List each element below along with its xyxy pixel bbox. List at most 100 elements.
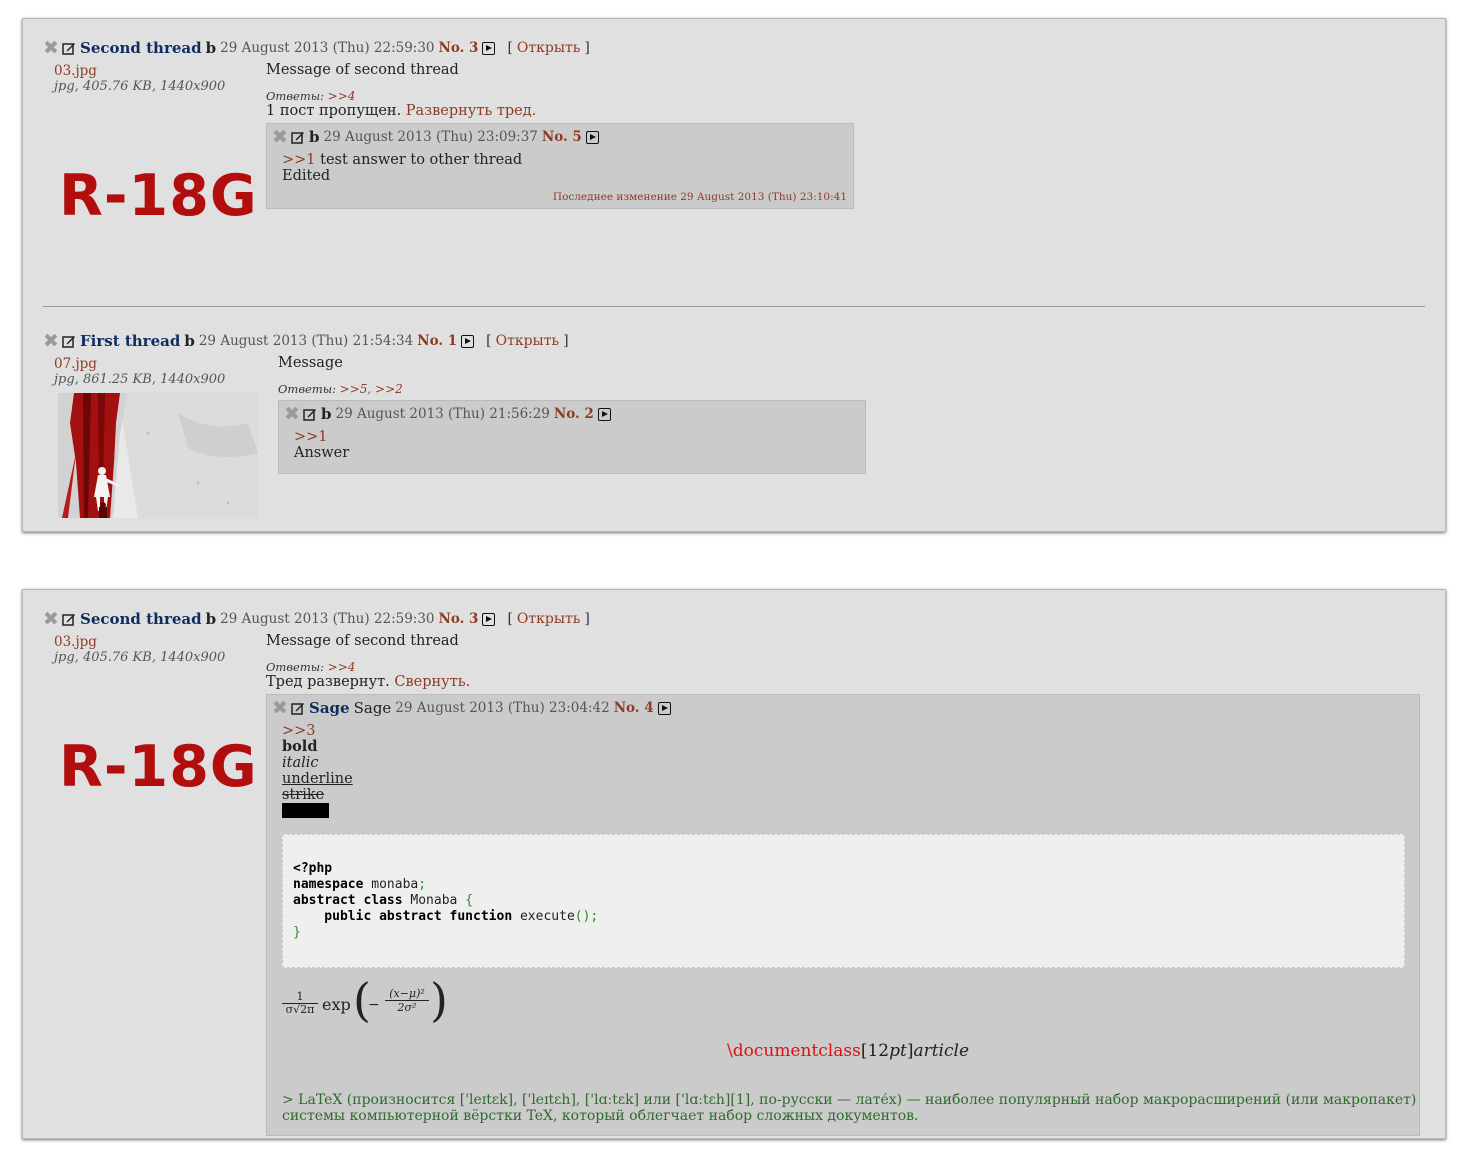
play-icon[interactable] (585, 130, 599, 144)
post-message: Message (278, 355, 343, 371)
poster-name: b (205, 39, 217, 57)
bracket-open: [ (507, 611, 513, 627)
poster-name: b (321, 405, 332, 423)
post-date: 29 August 2013 (Thu) 21:56:29 (335, 406, 550, 422)
reply-post: ✖ b 29 August 2013 (Thu) 23:09:37 No. 5 … (266, 123, 854, 209)
tex-command: \documentclass (727, 1041, 861, 1061)
play-icon[interactable] (482, 41, 496, 55)
edit-icon[interactable] (303, 407, 317, 421)
bracket-close: ] (584, 611, 590, 627)
thread-separator (43, 306, 1425, 307)
edit-icon[interactable] (291, 701, 305, 715)
reply-text: test answer to other thread (315, 152, 523, 168)
file-info: jpg, 405.76 KB, 1440x900 (54, 79, 226, 94)
open-thread-link[interactable]: Открыть (496, 332, 559, 350)
poster-name: Sage (353, 699, 392, 717)
expanded-notice: Тред развернут. Свернуть. (266, 674, 470, 690)
rating-badge[interactable]: R-18G (59, 734, 258, 800)
rating-badge[interactable]: R-18G (59, 163, 258, 229)
reply-post: ✖ Sage Sage 29 August 2013 (Thu) 23:04:4… (266, 694, 1420, 1136)
edit-icon[interactable] (62, 612, 76, 626)
delete-icon[interactable]: ✖ (43, 332, 59, 351)
post-date: 29 August 2013 (Thu) 22:59:30 (220, 40, 435, 56)
bold-text: bold (282, 738, 318, 755)
delete-icon[interactable]: ✖ (272, 128, 288, 147)
quote-link[interactable]: >>1 (282, 152, 316, 168)
underline-text: underline (282, 771, 353, 787)
tex-arg-unit: pt (889, 1041, 907, 1061)
thread-subject: Second thread (80, 610, 202, 628)
post-number[interactable]: No. 3 (439, 610, 479, 628)
thread-panel-1: ✖ Second thread b 29 August 2013 (Thu) 2… (22, 18, 1446, 532)
reply-header: ✖ b 29 August 2013 (Thu) 23:09:37 No. 5 (272, 128, 599, 147)
poster-name: b (205, 610, 217, 628)
replies-list: Ответы: >>4 (266, 660, 355, 674)
reply-header: ✖ b 29 August 2013 (Thu) 21:56:29 No. 2 (284, 405, 611, 424)
thread-header: ✖ Second thread b 29 August 2013 (Thu) 2… (43, 39, 590, 58)
poster-name: b (184, 332, 195, 350)
play-icon[interactable] (482, 612, 496, 626)
greentext-quote: > LaTeX (произносится ['leɪtɛk], ['leɪtɛ… (282, 1092, 1416, 1124)
file-name-link[interactable]: 03.jpg (54, 634, 97, 650)
poster-name: b (309, 128, 320, 146)
file-name-link[interactable]: 03.jpg (54, 63, 97, 79)
open-thread-link[interactable]: Открыть (517, 610, 580, 628)
post-date: 29 August 2013 (Thu) 23:04:42 (395, 700, 610, 716)
delete-icon[interactable]: ✖ (43, 39, 59, 58)
reply-link[interactable]: >>4 (328, 660, 356, 674)
post-message: Message of second thread (266, 633, 459, 649)
collapse-thread-link[interactable]: Свернуть. (394, 674, 470, 690)
play-icon[interactable] (461, 334, 475, 348)
play-icon[interactable] (597, 407, 611, 421)
file-name-link[interactable]: 07.jpg (54, 356, 97, 372)
reply-link[interactable]: >>4 (328, 89, 356, 103)
post-date: 29 August 2013 (Thu) 22:59:30 (220, 611, 435, 627)
thread-subject: First thread (80, 332, 181, 350)
edit-icon[interactable] (62, 41, 76, 55)
post-number[interactable]: No. 1 (417, 332, 457, 350)
edit-icon[interactable] (291, 130, 305, 144)
post-number[interactable]: No. 4 (614, 699, 654, 717)
post-number[interactable]: No. 5 (542, 128, 582, 146)
thread-panel-2: ✖ Second thread b 29 August 2013 (Thu) 2… (22, 589, 1446, 1139)
expand-thread-link[interactable]: Развернуть тред. (406, 103, 536, 119)
thread-thumbnail[interactable] (58, 393, 258, 518)
tex-documentclass: \documentclass[12pt]article (727, 1041, 969, 1061)
quote-link[interactable]: >>3 (282, 723, 316, 739)
delete-icon[interactable]: ✖ (284, 405, 300, 424)
edit-icon[interactable] (62, 334, 76, 348)
reply-subject: Sage (309, 699, 350, 717)
reply-link[interactable]: >>5, >>2 (340, 382, 403, 396)
reply-message: >>1 Answer (294, 429, 349, 461)
formula-numerator: 1 (296, 990, 304, 1003)
reply-post: ✖ b 29 August 2013 (Thu) 21:56:29 No. 2 … (278, 400, 866, 474)
expanded-text: Тред развернут. (266, 674, 390, 690)
code-block: <?php namespace monaba; abstract class M… (282, 834, 1405, 968)
reply-text: Answer (294, 445, 350, 461)
thread-subject: Second thread (80, 39, 202, 57)
bracket-open: [ (486, 333, 492, 349)
quote-link[interactable]: >>1 (294, 429, 328, 445)
open-thread-link[interactable]: Открыть (517, 39, 580, 57)
replies-list: Ответы: >>4 (266, 89, 355, 103)
tex-arg-open: [12 (860, 1041, 890, 1061)
omitted-text: 1 пост пропущен. (266, 103, 402, 119)
reply-message: >>3 bold italic underline strike (282, 723, 353, 822)
omitted-notice: 1 пост пропущен. Развернуть тред. (266, 103, 536, 119)
reply-message: >>1 test answer to other thread Edited (282, 152, 522, 184)
tex-arg-class: article (913, 1041, 970, 1061)
reply-text-line2: Edited (282, 168, 331, 184)
quote-line: > LaTeX (произносится ['leɪtɛk], ['leɪtɛ… (282, 1092, 1417, 1108)
delete-icon[interactable]: ✖ (272, 699, 288, 718)
post-number[interactable]: No. 2 (554, 405, 594, 423)
replies-label: Ответы: (266, 89, 324, 103)
play-icon[interactable] (657, 701, 671, 715)
bracket-close: ] (563, 333, 569, 349)
post-number[interactable]: No. 3 (439, 39, 479, 57)
file-info: jpg, 405.76 KB, 1440x900 (54, 650, 226, 665)
post-date: 29 August 2013 (Thu) 21:54:34 (198, 333, 414, 349)
thread-header: ✖ First thread b 29 August 2013 (Thu) 21… (43, 332, 569, 351)
thread-header: ✖ Second thread b 29 August 2013 (Thu) 2… (43, 610, 590, 629)
spoiler-block[interactable] (282, 803, 329, 818)
delete-icon[interactable]: ✖ (43, 610, 59, 629)
